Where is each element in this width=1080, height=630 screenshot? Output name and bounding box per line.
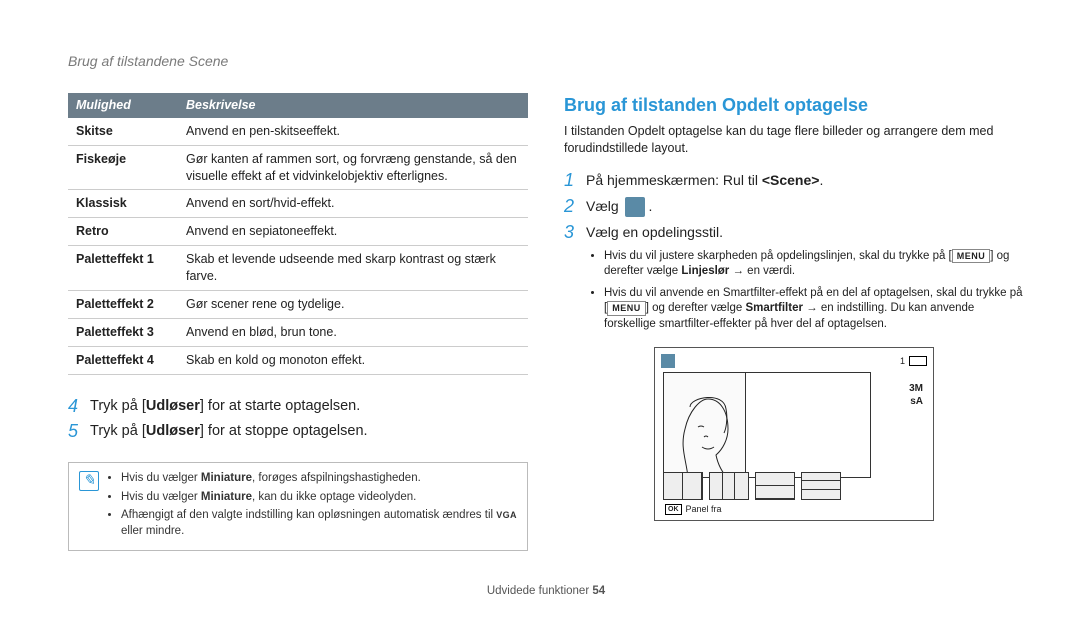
table-row: Paletteffekt 3Anvend en blød, brun tone. <box>68 318 528 346</box>
note-icon: ✎ <box>79 471 99 491</box>
lcd-preview: 1 <box>654 347 934 521</box>
page-footer: Udvidede funktioner 54 <box>68 574 1024 600</box>
step-item: 2 Vælg . <box>564 197 1024 217</box>
layout-thumb-3v <box>709 472 749 500</box>
menu-label: MENU <box>607 301 646 315</box>
step-item: 4 Tryk på [Udløser] for at starte optage… <box>68 397 528 417</box>
battery-icon <box>909 356 927 366</box>
step-number: 3 <box>564 223 586 243</box>
table-row: SkitseAnvend en pen-skitseeffekt. <box>68 118 528 145</box>
table-row: KlassiskAnvend en sort/hvid-effekt. <box>68 190 528 218</box>
layout-thumb-2h <box>755 472 795 500</box>
split-shot-mode-icon <box>625 197 645 217</box>
panel-caption: Panel fra <box>686 503 722 515</box>
step-number: 4 <box>68 397 90 417</box>
table-row: FiskeøjeGør kanten af rammen sort, og fo… <box>68 145 528 190</box>
options-table: Mulighed Beskrivelse SkitseAnvend en pen… <box>68 93 528 375</box>
mode-icon <box>661 354 675 368</box>
th-desc: Beskrivelse <box>178 93 528 118</box>
table-row: RetroAnvend en sepiatoneeffekt. <box>68 218 528 246</box>
section-title: Brug af tilstanden Opdelt optagelse <box>564 93 1024 117</box>
flash-label: sA <box>909 395 923 409</box>
note-box: ✎ Hvis du vælger Miniature, forøges afsp… <box>68 462 528 551</box>
step-item: 3 Vælg en opdelingsstil. <box>564 223 1024 243</box>
shots-remaining: 1 <box>900 355 905 367</box>
sub-bullet: Hvis du vil anvende en Smartfilter-effek… <box>604 286 1024 333</box>
sub-bullet: Hvis du vil justere skarpheden på opdeli… <box>604 249 1024 280</box>
step-item: 1 På hjemmeskærmen: Rul til <Scene>. <box>564 171 1024 191</box>
face-sketch-icon <box>668 389 742 477</box>
table-row: Paletteffekt 1Skab et levende udseende m… <box>68 246 528 291</box>
table-row: Paletteffekt 2Gør scener rene og tydelig… <box>68 290 528 318</box>
resolution-label: 3M <box>909 382 923 396</box>
step-number: 5 <box>68 422 90 442</box>
note-bullet: Afhængigt af den valgte indstilling kan … <box>121 508 517 539</box>
layout-thumb-3h <box>801 472 841 500</box>
note-bullet: Hvis du vælger Miniature, kan du ikke op… <box>121 490 517 506</box>
page-header: Brug af tilstandene Scene <box>68 52 1024 71</box>
section-intro: I tilstanden Opdelt optagelse kan du tag… <box>564 123 1024 157</box>
menu-label: MENU <box>952 249 991 263</box>
step-number: 1 <box>564 171 586 191</box>
vga-tag: VGA <box>496 509 517 521</box>
step-item: 5 Tryk på [Udløser] for at stoppe optage… <box>68 422 528 442</box>
note-bullet: Hvis du vælger Miniature, forøges afspil… <box>121 471 517 487</box>
ok-button-label: OK <box>665 504 682 515</box>
th-option: Mulighed <box>68 93 178 118</box>
table-row: Paletteffekt 4Skab en kold og monoton ef… <box>68 346 528 374</box>
layout-thumb-2v <box>663 472 703 500</box>
step-number: 2 <box>564 197 586 217</box>
